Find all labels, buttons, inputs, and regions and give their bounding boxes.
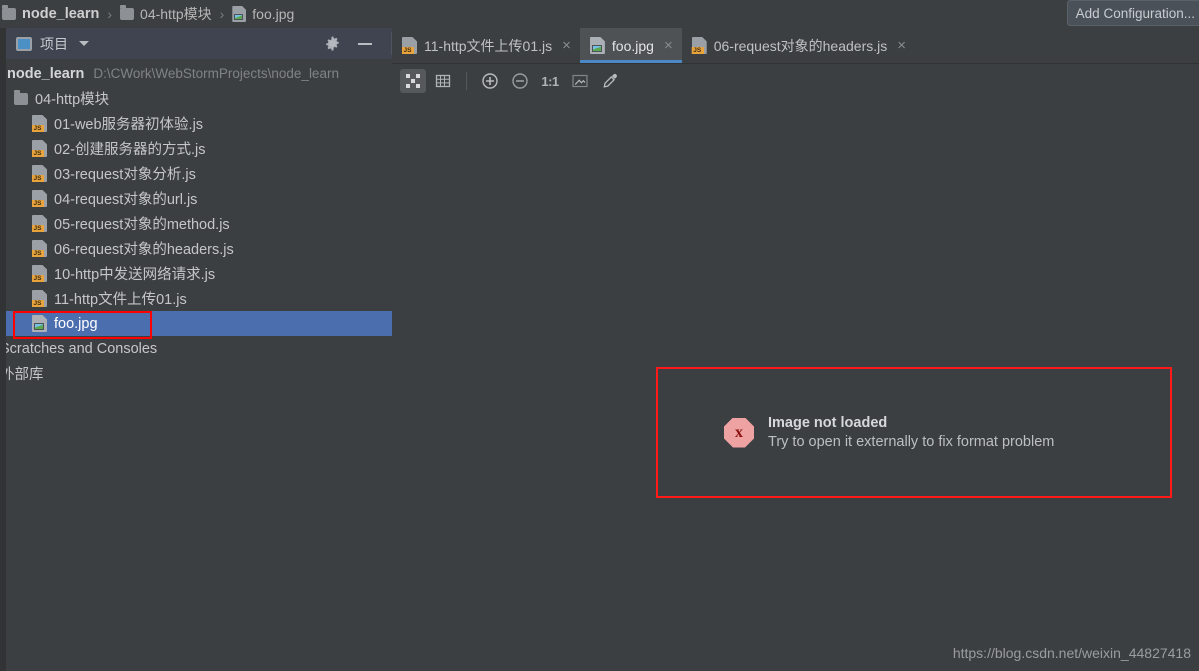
tab-label: 06-request对象的headers.js: [713, 37, 888, 54]
tree-item-label: 06-request对象的headers.js: [54, 242, 234, 258]
tree-item-label: 05-request对象的method.js: [54, 217, 230, 233]
project-panel-header: 项目: [6, 28, 392, 59]
tab-11-http-upload[interactable]: 11-http文件上传01.js ×: [392, 28, 580, 63]
breadcrumb-label: 04-http模块: [140, 6, 212, 22]
tree-row-file[interactable]: 05-request对象的method.js: [6, 211, 392, 236]
tree-item-label: 10-http中发送网络请求.js: [54, 267, 216, 283]
tree-row-scratches[interactable]: Scratches and Consoles: [6, 336, 392, 361]
breadcrumb-item-04-http[interactable]: 04-http模块: [118, 0, 214, 28]
add-configuration-button[interactable]: Add Configuration...: [1066, 0, 1199, 26]
tab-06-request-headers[interactable]: 06-request对象的headers.js ×: [682, 28, 915, 63]
minimize-icon[interactable]: [358, 42, 372, 45]
js-file-icon: [32, 215, 47, 232]
tree-row-file[interactable]: 11-http文件上传01.js: [6, 286, 392, 311]
zoom-out-icon[interactable]: [507, 69, 533, 93]
close-icon[interactable]: ×: [894, 38, 906, 53]
js-file-icon: [32, 190, 47, 207]
tree-item-label: 04-request对象的url.js: [54, 192, 198, 208]
actual-size-icon[interactable]: 1:1: [537, 69, 563, 93]
close-icon[interactable]: ×: [661, 38, 673, 53]
image-file-icon: [232, 6, 247, 22]
error-x-glyph: x: [735, 423, 743, 441]
folder-icon: [14, 89, 28, 105]
tree-row-file[interactable]: 06-request对象的headers.js: [6, 236, 392, 261]
breadcrumb-separator: ›: [107, 6, 113, 22]
chevron-down-icon[interactable]: [79, 41, 89, 46]
fit-to-window-icon[interactable]: [567, 69, 593, 93]
ide-window: node_learn › 04-http模块 › foo.jpg Add Con…: [0, 0, 1199, 671]
js-file-icon: [32, 290, 47, 307]
editor-area: 11-http文件上传01.js × foo.jpg × 06-request对…: [392, 28, 1199, 671]
tree-row-folder-04-http[interactable]: 04-http模块: [6, 86, 392, 111]
js-file-icon: [32, 240, 47, 257]
watermark-url: https://blog.csdn.net/weixin_44827418: [952, 645, 1191, 661]
folder-icon: [2, 5, 16, 20]
actual-size-label: 1:1: [541, 73, 559, 89]
js-file-icon: [32, 265, 47, 282]
gear-icon[interactable]: [325, 36, 340, 51]
tree-row-external-libraries[interactable]: 外部库: [6, 361, 392, 386]
tree-item-label: foo.jpg: [54, 315, 98, 332]
tab-label: 11-http文件上传01.js: [424, 37, 553, 54]
tree-item-label: 01-web服务器初体验.js: [54, 117, 204, 133]
color-picker-icon[interactable]: [597, 69, 623, 93]
project-icon: [16, 36, 32, 51]
tree-item-label: 02-创建服务器的方式.js: [54, 142, 206, 158]
js-file-icon: [402, 37, 417, 54]
breadcrumb-separator: ›: [219, 6, 225, 22]
breadcrumb-bar: node_learn › 04-http模块 › foo.jpg Add Con…: [0, 0, 1199, 28]
tree-item-label: 11-http文件上传01.js: [54, 292, 187, 308]
js-file-icon: [32, 140, 47, 157]
project-root-path: D:\CWork\WebStormProjects\node_learn: [93, 66, 339, 81]
image-file-icon: [32, 315, 47, 332]
image-not-loaded-panel: x Image not loaded Try to open it extern…: [656, 367, 1172, 498]
project-panel-title: 项目: [40, 35, 68, 52]
tree-item-label: 04-http模块: [35, 92, 110, 108]
error-text-block: Image not loaded Try to open it external…: [768, 415, 1054, 450]
image-editor-toolbar: 1:1: [392, 64, 1199, 98]
breadcrumb-label: foo.jpg: [252, 6, 295, 22]
breadcrumb-item-node_learn[interactable]: node_learn: [0, 0, 101, 28]
editor-tab-bar: 11-http文件上传01.js × foo.jpg × 06-request对…: [392, 28, 1199, 64]
breadcrumb-label: node_learn: [22, 6, 100, 22]
tab-foo-jpg[interactable]: foo.jpg ×: [579, 28, 682, 63]
tree-row-file[interactable]: 02-创建服务器的方式.js: [6, 136, 392, 161]
tab-label: foo.jpg: [611, 37, 654, 54]
pixel-grid-icon[interactable]: [430, 69, 456, 93]
image-file-icon: [589, 37, 605, 54]
error-subtitle: Try to open it externally to fix format …: [768, 434, 1055, 450]
transparency-grid-icon[interactable]: [400, 69, 426, 93]
project-root-name: node_learn: [7, 65, 85, 82]
tree-item-label: 03-request对象分析.js: [54, 167, 196, 183]
tree-row-file[interactable]: 10-http中发送网络请求.js: [6, 261, 392, 286]
tree-row-project-root[interactable]: node_learn D:\CWork\WebStormProjects\nod…: [6, 61, 392, 86]
js-file-icon: [32, 115, 47, 132]
error-octagon-icon: x: [724, 417, 754, 448]
breadcrumb-item-foo-jpg[interactable]: foo.jpg: [230, 0, 296, 28]
project-tool-window: 项目 node_learn D:\CWork\WebStormProjects\…: [6, 28, 392, 671]
tree-item-label: 外部库: [6, 367, 44, 383]
close-icon[interactable]: ×: [559, 38, 571, 53]
panel-actions: [325, 28, 392, 59]
zoom-in-icon[interactable]: [477, 69, 503, 93]
tree-row-file[interactable]: 01-web服务器初体验.js: [6, 111, 392, 136]
js-file-icon: [691, 37, 707, 54]
error-title: Image not loaded: [768, 415, 888, 431]
toolbar-separator: [466, 72, 467, 90]
tree-row-selected-foo-jpg[interactable]: foo.jpg: [6, 311, 392, 336]
tree-row-file[interactable]: 03-request对象分析.js: [6, 161, 392, 186]
js-file-icon: [32, 165, 47, 182]
project-file-tree: node_learn D:\CWork\WebStormProjects\nod…: [6, 59, 392, 386]
folder-icon: [120, 5, 135, 20]
tree-row-file[interactable]: 04-request对象的url.js: [6, 186, 392, 211]
tree-item-label: Scratches and Consoles: [6, 340, 158, 357]
